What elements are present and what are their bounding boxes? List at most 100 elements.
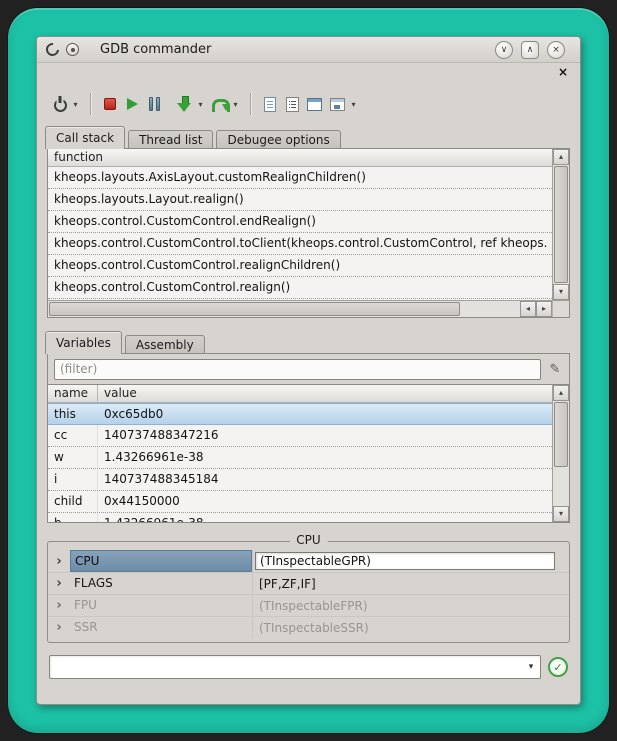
- variable-value: 0x44150000: [98, 491, 552, 512]
- cpu-row[interactable]: › FLAGS [PF,ZF,IF]: [48, 572, 569, 594]
- vertical-scrollbar[interactable]: ▴ ▾: [552, 385, 569, 522]
- expander-button[interactable]: ›: [48, 550, 70, 572]
- variable-row[interactable]: i 140737488345184: [48, 469, 552, 491]
- toolbar-separator: [90, 93, 92, 115]
- chevron-up-icon: ∧: [527, 45, 534, 55]
- scroll-down-button[interactable]: ▾: [553, 284, 569, 300]
- window-titlebar[interactable]: GDB commander ∨ ∧ ×: [37, 37, 580, 63]
- step-over-button[interactable]: [212, 91, 227, 117]
- callstack-row[interactable]: kheops.layouts.Layout.realign(): [48, 189, 552, 211]
- step-into-button[interactable]: [177, 91, 192, 117]
- step-into-dropdown-button[interactable]: ▾: [196, 91, 205, 117]
- view-output-button[interactable]: [285, 91, 299, 117]
- scrollbar-thumb[interactable]: [49, 302, 460, 316]
- minimize-button[interactable]: ∨: [495, 41, 513, 59]
- tab-call-stack[interactable]: Call stack: [45, 126, 125, 149]
- close-button[interactable]: ×: [547, 41, 565, 59]
- scroll-left-button[interactable]: ◂: [520, 301, 536, 317]
- maximize-button[interactable]: ∧: [521, 41, 539, 59]
- scrollbar-corner: [552, 301, 569, 317]
- triangle-up-icon: ▴: [559, 389, 563, 397]
- variable-row[interactable]: w 1.43266961e-38: [48, 447, 552, 469]
- variable-name: cc: [48, 425, 98, 446]
- pin-icon[interactable]: [66, 43, 79, 56]
- scroll-down-button[interactable]: ▾: [553, 506, 569, 522]
- tab-thread-list[interactable]: Thread list: [128, 130, 213, 149]
- command-combobox[interactable]: ▾: [49, 655, 541, 679]
- tab-debugee-options[interactable]: Debugee options: [216, 130, 340, 149]
- tab-variables[interactable]: Variables: [45, 331, 122, 354]
- cpu-row-name: SSR: [70, 617, 252, 638]
- confirm-button[interactable]: ✓: [548, 657, 568, 677]
- filter-input[interactable]: [54, 359, 541, 380]
- scroll-right-button[interactable]: ▸: [536, 301, 552, 317]
- scrollbar-track[interactable]: [553, 401, 569, 506]
- column-header-function[interactable]: function: [48, 149, 552, 167]
- cpu-row-selected[interactable]: › CPU (TInspectableGPR): [48, 550, 569, 572]
- power-dropdown-button[interactable]: ▾: [71, 91, 80, 117]
- pause-icon: [149, 97, 160, 111]
- scrollbar-track[interactable]: [48, 301, 520, 317]
- watch-dropdown-button[interactable]: ▾: [349, 91, 358, 117]
- vertical-scrollbar[interactable]: ▴ ▾: [552, 149, 569, 300]
- tab-assembly[interactable]: Assembly: [125, 335, 205, 354]
- stop-button[interactable]: [103, 91, 117, 117]
- expander-button[interactable]: ›: [48, 573, 70, 594]
- variable-name: i: [48, 469, 98, 490]
- pencil-icon[interactable]: ✎: [547, 362, 563, 377]
- pause-button[interactable]: [147, 91, 161, 117]
- callstack-row[interactable]: kheops.control.CustomControl.endRealign(…: [48, 211, 552, 233]
- cpu-row-value: (TInspectableSSR): [253, 621, 369, 635]
- power-button[interactable]: [53, 91, 67, 117]
- variable-row[interactable]: b 1.43266961e-38: [48, 513, 552, 522]
- chevron-down-icon: ▾: [351, 100, 355, 109]
- scroll-up-button[interactable]: ▴: [553, 385, 569, 401]
- cpu-row[interactable]: › FPU (TInspectableFPR): [48, 594, 569, 616]
- callstack-panel: function kheops.layouts.AxisLayout.custo…: [47, 148, 570, 318]
- combo-dropdown-button[interactable]: ▾: [522, 662, 540, 672]
- cpu-value-input[interactable]: (TInspectableGPR): [255, 552, 555, 570]
- callstack-row[interactable]: kheops.control.CustomControl.realignChil…: [48, 255, 552, 277]
- variable-row-selected[interactable]: this 0xc65db0: [48, 403, 552, 425]
- toolbar-separator: [250, 93, 252, 115]
- dock-close-button[interactable]: ×: [558, 65, 568, 79]
- scroll-up-button[interactable]: ▴: [553, 149, 569, 165]
- chevron-down-icon: ▾: [529, 662, 534, 672]
- variable-value: 140737488347216: [98, 425, 552, 446]
- close-icon: ×: [552, 45, 560, 55]
- expander-button[interactable]: ›: [48, 595, 70, 616]
- chevron-right-icon: ›: [56, 620, 61, 635]
- scrollbar-thumb[interactable]: [554, 402, 568, 467]
- scrollbar-track[interactable]: [553, 165, 569, 284]
- column-header-name[interactable]: name: [48, 385, 98, 402]
- horizontal-scrollbar[interactable]: ◂ ▸: [48, 300, 569, 317]
- chevron-right-icon: ›: [56, 576, 61, 591]
- callstack-table: function kheops.layouts.AxisLayout.custo…: [48, 149, 552, 300]
- watch-button[interactable]: [330, 91, 345, 117]
- run-button[interactable]: [125, 91, 139, 117]
- cpu-row[interactable]: › SSR (TInspectableSSR): [48, 616, 569, 638]
- callstack-row[interactable]: kheops.control.CustomControl.realign(): [48, 277, 552, 299]
- variable-name: b: [48, 513, 98, 522]
- arrow-down-icon: [177, 96, 192, 112]
- variable-row[interactable]: cc 140737488347216: [48, 425, 552, 447]
- callstack-row[interactable]: kheops.layouts.AxisLayout.customRealignC…: [48, 167, 552, 189]
- app-icon: [43, 40, 61, 58]
- cpu-row-value: (TInspectableFPR): [253, 599, 368, 613]
- play-icon: [127, 98, 138, 110]
- chevron-right-icon: ›: [56, 554, 61, 569]
- view-source-button[interactable]: [263, 91, 277, 117]
- document-icon: [264, 97, 276, 112]
- titlebar-buttons: ∨ ∧ ×: [495, 41, 565, 59]
- callstack-row[interactable]: kheops.control.CustomControl.toClient(kh…: [48, 233, 552, 255]
- triangle-left-icon: ◂: [526, 305, 530, 313]
- variables-panel: ✎ name value this 0xc65db0 cc 1407374883…: [47, 353, 570, 523]
- debug-toolbar: ▾ ▾ ▾ ▾: [37, 83, 580, 125]
- view-windows-button[interactable]: [307, 91, 322, 117]
- column-header-value[interactable]: value: [98, 385, 552, 402]
- stop-icon: [104, 98, 116, 110]
- step-over-dropdown-button[interactable]: ▾: [231, 91, 240, 117]
- scrollbar-thumb[interactable]: [554, 166, 568, 283]
- expander-button[interactable]: ›: [48, 617, 70, 638]
- variable-row[interactable]: child 0x44150000: [48, 491, 552, 513]
